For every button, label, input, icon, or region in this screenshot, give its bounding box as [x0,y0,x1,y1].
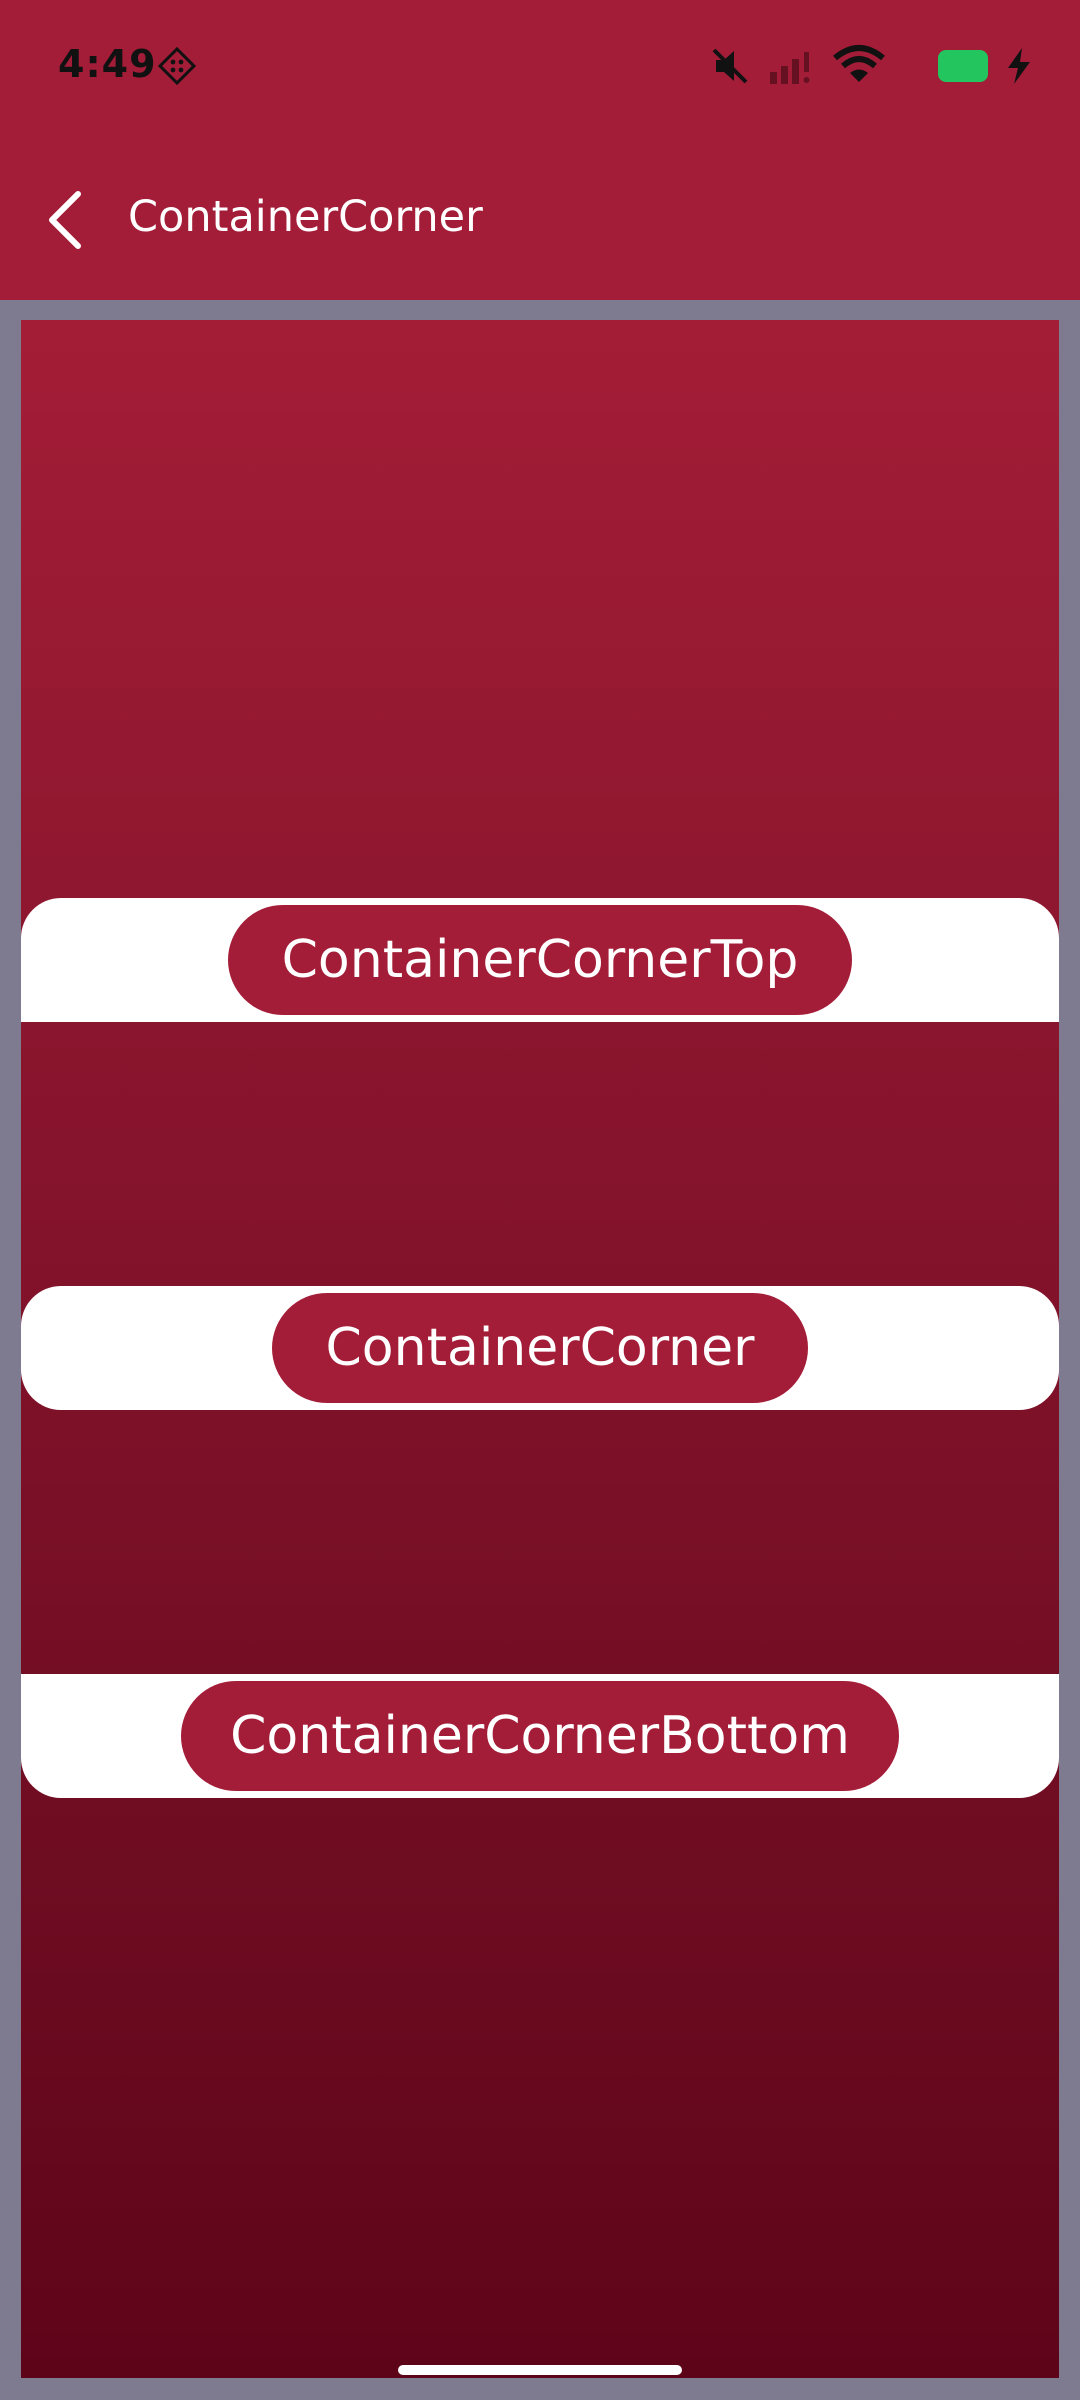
container-corner-bottom-button[interactable]: ContainerCornerBottom [181,1681,899,1791]
container-corner-strip: ContainerCorner [21,1286,1059,1410]
container-corner-bottom-strip: ContainerCornerBottom [21,1674,1059,1798]
signal-icon [770,52,810,84]
back-button[interactable] [38,180,98,260]
charging-icon [1008,48,1030,84]
mute-icon [712,48,748,84]
chevron-left-icon [49,191,81,249]
status-time: 4:49 [58,42,157,86]
content-panel: ContainerCornerTop ContainerCorner Conta… [21,320,1059,2378]
wifi-icon [833,45,885,82]
status-bar: 4:49 [0,0,1080,130]
page-title: ContainerCorner [128,192,483,242]
battery-icon [938,50,988,82]
top-bar: 4:49 ContainerCorner [0,0,1080,300]
app-notification-icon [157,46,197,86]
container-corner-button[interactable]: ContainerCorner [272,1293,808,1403]
app-bar: ContainerCorner [0,140,1080,290]
container-corner-top-button[interactable]: ContainerCornerTop [228,905,852,1015]
home-indicator[interactable] [398,2365,682,2375]
container-corner-top-strip: ContainerCornerTop [21,898,1059,1022]
